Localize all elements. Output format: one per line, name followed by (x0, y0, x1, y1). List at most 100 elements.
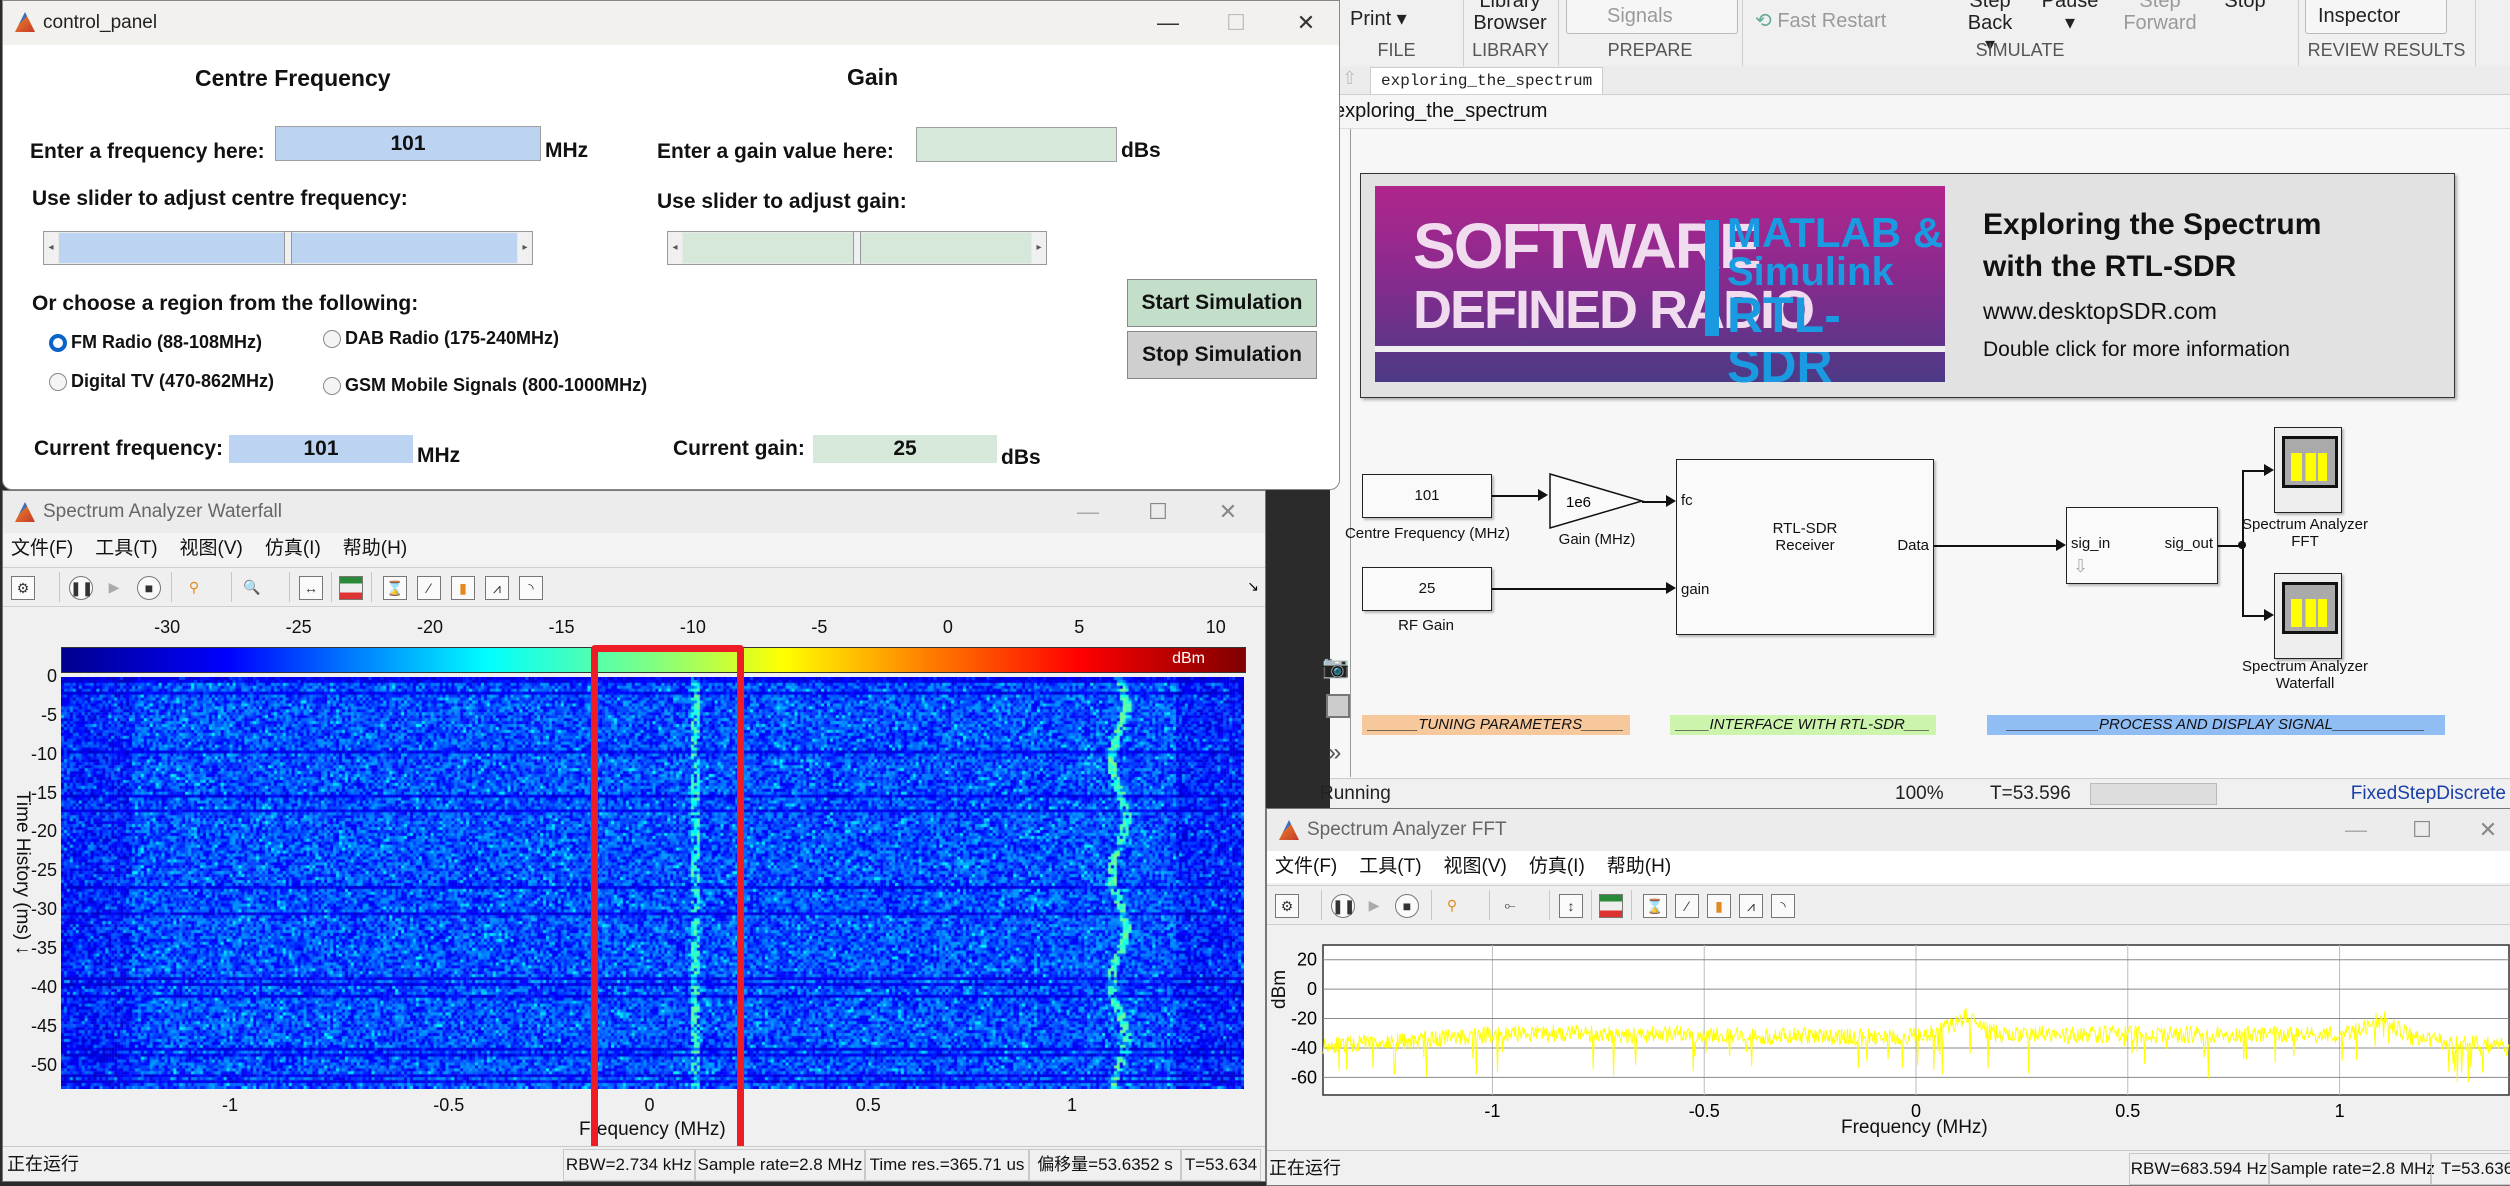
menu-view[interactable]: 视图(V) (180, 538, 243, 559)
settings-icon[interactable]: ⚙ (1275, 894, 1299, 918)
highlight-signal-icon[interactable]: ⚲ (183, 576, 205, 598)
radio-button[interactable] (49, 373, 67, 391)
menu-tools[interactable]: 工具(T) (1359, 856, 1421, 877)
close-button[interactable]: ✕ (1203, 491, 1253, 533)
frequency-slider[interactable]: ◂ ▸ (43, 231, 533, 265)
menu-simulation[interactable]: 仿真(I) (1529, 856, 1585, 877)
gain-slider-thumb[interactable] (853, 232, 861, 264)
scale-axes-icon[interactable]: ↔ (299, 576, 323, 600)
layout-icon[interactable] (1326, 694, 1350, 718)
start-simulation-button[interactable]: Start Simulation (1127, 279, 1317, 327)
print-button[interactable]: Print ▾ (1350, 8, 1407, 30)
channel-measurements-icon[interactable]: ▮ (451, 576, 475, 600)
step-forward-button[interactable]: Step Forward (2120, 0, 2200, 34)
solver-link[interactable]: FixedStepDiscrete (2351, 779, 2506, 809)
signals-button[interactable]: Signals (1566, 0, 1738, 34)
fast-restart-button[interactable]: ⟲ Fast Restart (1755, 10, 1886, 32)
menu-help[interactable]: 帮助(H) (1607, 856, 1671, 877)
centre-frequency-block[interactable]: 101 (1362, 474, 1492, 518)
undock-icon[interactable]: ↘ (1247, 578, 1259, 595)
data-cursors-icon[interactable]: ⌛ (1643, 894, 1667, 918)
minimize-button[interactable]: — (1143, 1, 1193, 45)
gain-block[interactable]: 1e6 (1548, 472, 1648, 532)
close-button[interactable]: ✕ (1281, 1, 1331, 45)
distortion-icon[interactable]: ⁄ (417, 576, 441, 600)
frequency-input[interactable]: 101 (275, 126, 541, 161)
ccdf-icon[interactable]: ◝ (519, 576, 543, 600)
spectrum-analyzer-waterfall-block[interactable] (2274, 573, 2342, 659)
slider-left-arrow-icon[interactable]: ◂ (668, 232, 682, 264)
data-inspector-button[interactable]: Inspector (2305, 0, 2447, 34)
stop-icon[interactable]: ■ (1395, 894, 1419, 918)
menu-file[interactable]: 文件(F) (11, 538, 73, 559)
stop-simulation-button[interactable]: Stop Simulation (1127, 331, 1317, 379)
x-tick-label: 1 (1067, 1095, 1078, 1115)
menu-simulation[interactable]: 仿真(I) (265, 538, 321, 559)
channel-measurements-icon[interactable]: ▮ (1707, 894, 1731, 918)
y-tick-label: 0 (1307, 979, 1317, 999)
menu-view[interactable]: 视图(V) (1444, 856, 1507, 877)
subsystem-block[interactable]: sig_in sig_out ⇩ (2066, 507, 2218, 584)
distortion-icon[interactable]: ⁄ (1675, 894, 1699, 918)
pause-icon[interactable]: ❚❚ (1331, 894, 1355, 918)
pause-icon[interactable]: ❚❚ (69, 576, 93, 600)
maximize-button[interactable]: ☐ (2397, 809, 2447, 851)
minimize-button[interactable]: — (1063, 491, 1113, 533)
radio-button[interactable] (49, 334, 67, 352)
settings-icon[interactable]: ⚙ (11, 576, 35, 600)
annotation-interface[interactable]: ____INTERFACE WITH RTL-SDR___ (1670, 715, 1936, 735)
ccdf-icon[interactable]: ◝ (1771, 894, 1795, 918)
slider-left-arrow-icon[interactable]: ◂ (44, 232, 58, 264)
slider-right-arrow-icon[interactable]: ▸ (518, 232, 532, 264)
step-forward-icon[interactable]: ▶ (1363, 894, 1385, 916)
banner-hint: Double click for more information (1983, 338, 2290, 361)
library-browser-button[interactable]: Library Browser (1470, 0, 1550, 34)
annotation-tuning-parameters[interactable]: ______TUNING PARAMETERS_____ (1362, 715, 1630, 735)
peak-finder-icon[interactable]: ⩘ (485, 576, 509, 600)
print-label: Print (1350, 8, 1392, 30)
rf-gain-block[interactable]: 25 (1362, 567, 1492, 611)
expand-icon[interactable]: » (1328, 739, 1341, 767)
annotation-process-display[interactable]: ___________PROCESS AND DISPLAY SIGNAL___… (1987, 715, 2445, 735)
status-time-res: Time res.=365.71 us (865, 1149, 1029, 1181)
menu-help[interactable]: 帮助(H) (343, 538, 407, 559)
maximize-button[interactable]: ☐ (1211, 1, 1261, 45)
up-arrow-icon[interactable]: ⇧ (1342, 68, 1357, 89)
model-canvas[interactable]: 📷 » SOFTWARE DEFINED RADIO MATLAB & Simu… (1322, 128, 2510, 779)
fft-menubar: 文件(F) 工具(T) 视图(V) 仿真(I) 帮助(H) (1267, 851, 2510, 883)
stop-icon[interactable]: ■ (137, 576, 161, 600)
fast-restart-icon: ⟲ (1755, 10, 1772, 32)
spectrum-settings-icon[interactable] (339, 576, 363, 600)
menu-file[interactable]: 文件(F) (1275, 856, 1337, 877)
pause-button[interactable]: Pause ▾ (2040, 0, 2100, 34)
info-banner[interactable]: SOFTWARE DEFINED RADIO MATLAB & Simulink… (1360, 173, 2455, 398)
close-button[interactable]: ✕ (2463, 809, 2510, 851)
scale-axes-icon[interactable]: ↕ (1559, 894, 1583, 918)
maximize-button[interactable]: ☐ (1133, 491, 1183, 533)
fft-plot[interactable]: -1 -0.5 0 0.5 1200-20-40-60 (1267, 927, 2510, 1149)
minimize-button[interactable]: — (2331, 809, 2381, 851)
colorbar-tick-label: -20 (417, 617, 444, 637)
spectrum-analyzer-fft-block[interactable] (2274, 427, 2342, 513)
breadcrumb[interactable]: exploring_the_spectrum (1330, 96, 2510, 126)
gain-input[interactable] (916, 127, 1117, 162)
slider-right-arrow-icon[interactable]: ▸ (1032, 232, 1046, 264)
highlight-signal-icon[interactable]: ⚲ (1441, 894, 1463, 916)
logo-rtlsdr: RTL-SDR (1727, 287, 1841, 393)
rtl-sdr-receiver-block[interactable]: RTL-SDR Receiver fc gain Data (1676, 459, 1934, 635)
camera-icon[interactable]: 📷 (1322, 654, 1349, 680)
gain-slider[interactable]: ◂ ▸ (667, 231, 1047, 265)
peak-finder-icon[interactable]: ⩘ (1739, 894, 1763, 918)
radio-button[interactable] (323, 377, 341, 395)
stop-button[interactable]: Stop (2220, 0, 2270, 12)
spectrum-settings-icon[interactable] (1599, 894, 1623, 918)
frequency-slider-thumb[interactable] (284, 232, 292, 264)
tab-exploring-the-spectrum[interactable]: exploring_the_spectrum (1370, 67, 1604, 94)
menu-tools[interactable]: 工具(T) (95, 538, 157, 559)
zoom-icon[interactable]: ⟜ (1499, 894, 1521, 916)
data-cursors-icon[interactable]: ⌛ (383, 576, 407, 600)
colorbar-tick-label: -10 (679, 617, 706, 637)
zoom-in-icon[interactable]: 🔍 (241, 576, 263, 598)
step-forward-icon[interactable]: ▶ (103, 576, 125, 598)
radio-button[interactable] (323, 330, 341, 348)
